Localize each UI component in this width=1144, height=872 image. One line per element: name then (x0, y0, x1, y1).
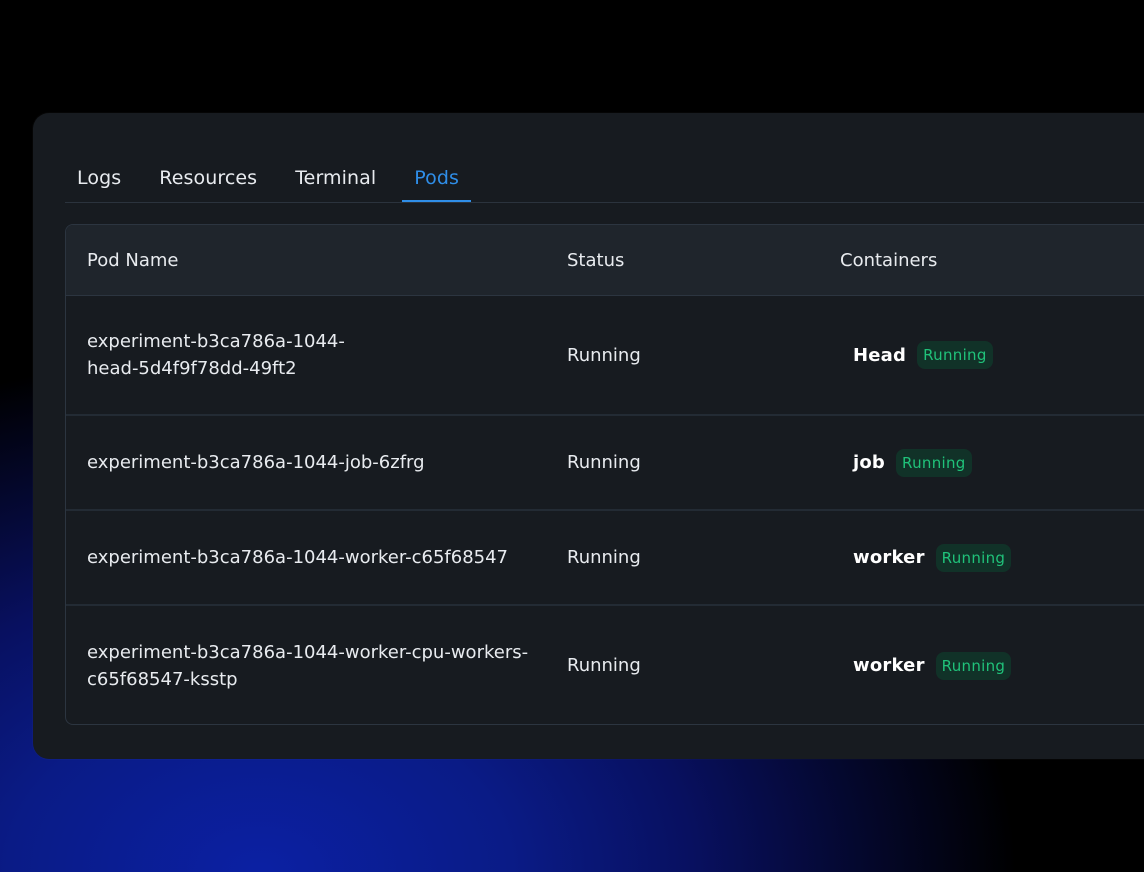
tab-resources[interactable]: Resources (147, 155, 269, 201)
column-header-pod-name[interactable]: Pod Name (66, 250, 567, 271)
pod-status-cell: Running (567, 547, 641, 568)
column-header-status[interactable]: Status (567, 250, 840, 271)
container-name: Head (853, 344, 907, 366)
pod-name-cell: experiment-b3ca786a-1044-worker-c65f6854… (87, 547, 509, 568)
container-name: worker (853, 655, 925, 676)
pod-name-cell: experiment-b3ca786a-1044-worker-cpu-work… (87, 641, 529, 690)
pod-name-cell: experiment-b3ca786a-1044-job-6zfrg (87, 452, 425, 473)
pod-status-cell: Running (567, 344, 641, 366)
container-name: job (853, 452, 886, 473)
container-status-badge: Running (896, 448, 972, 477)
pod-name-cell: experiment-b3ca786a-1044- head-5d4f9f78d… (87, 331, 345, 379)
container-status-badge: Running (935, 543, 1012, 572)
pod-status-cell: Running (567, 655, 641, 676)
table-header: Pod Name Status Containers (66, 225, 1144, 296)
pods-panel: Logs Resources Terminal Pods Pod Name St… (33, 113, 1144, 759)
tab-terminal[interactable]: Terminal (283, 155, 388, 201)
table-row[interactable]: experiment-b3ca786a-1044-job-6zfrg Runni… (66, 416, 1144, 511)
pod-status-cell: Running (567, 452, 641, 473)
container-status-badge: Running (935, 651, 1012, 680)
containers-cell: worker Running (840, 543, 1144, 572)
column-header-containers[interactable]: Containers (840, 250, 1144, 271)
container-status-badge: Running (917, 341, 993, 369)
tab-bar: Logs Resources Terminal Pods (65, 155, 1144, 203)
table-row[interactable]: experiment-b3ca786a-1044-worker-cpu-work… (66, 606, 1144, 724)
container-name: worker (853, 547, 925, 568)
table-row[interactable]: experiment-b3ca786a-1044-worker-c65f6854… (66, 511, 1144, 606)
containers-cell: job Running (840, 448, 1144, 477)
table-row[interactable]: experiment-b3ca786a-1044- head-5d4f9f78d… (66, 296, 1144, 416)
pods-table: Pod Name Status Containers experiment-b3… (65, 224, 1144, 725)
tab-logs[interactable]: Logs (65, 155, 133, 201)
containers-cell: worker Running (840, 651, 1144, 680)
tab-pods[interactable]: Pods (402, 155, 471, 202)
containers-cell: Head Running (840, 341, 1144, 369)
